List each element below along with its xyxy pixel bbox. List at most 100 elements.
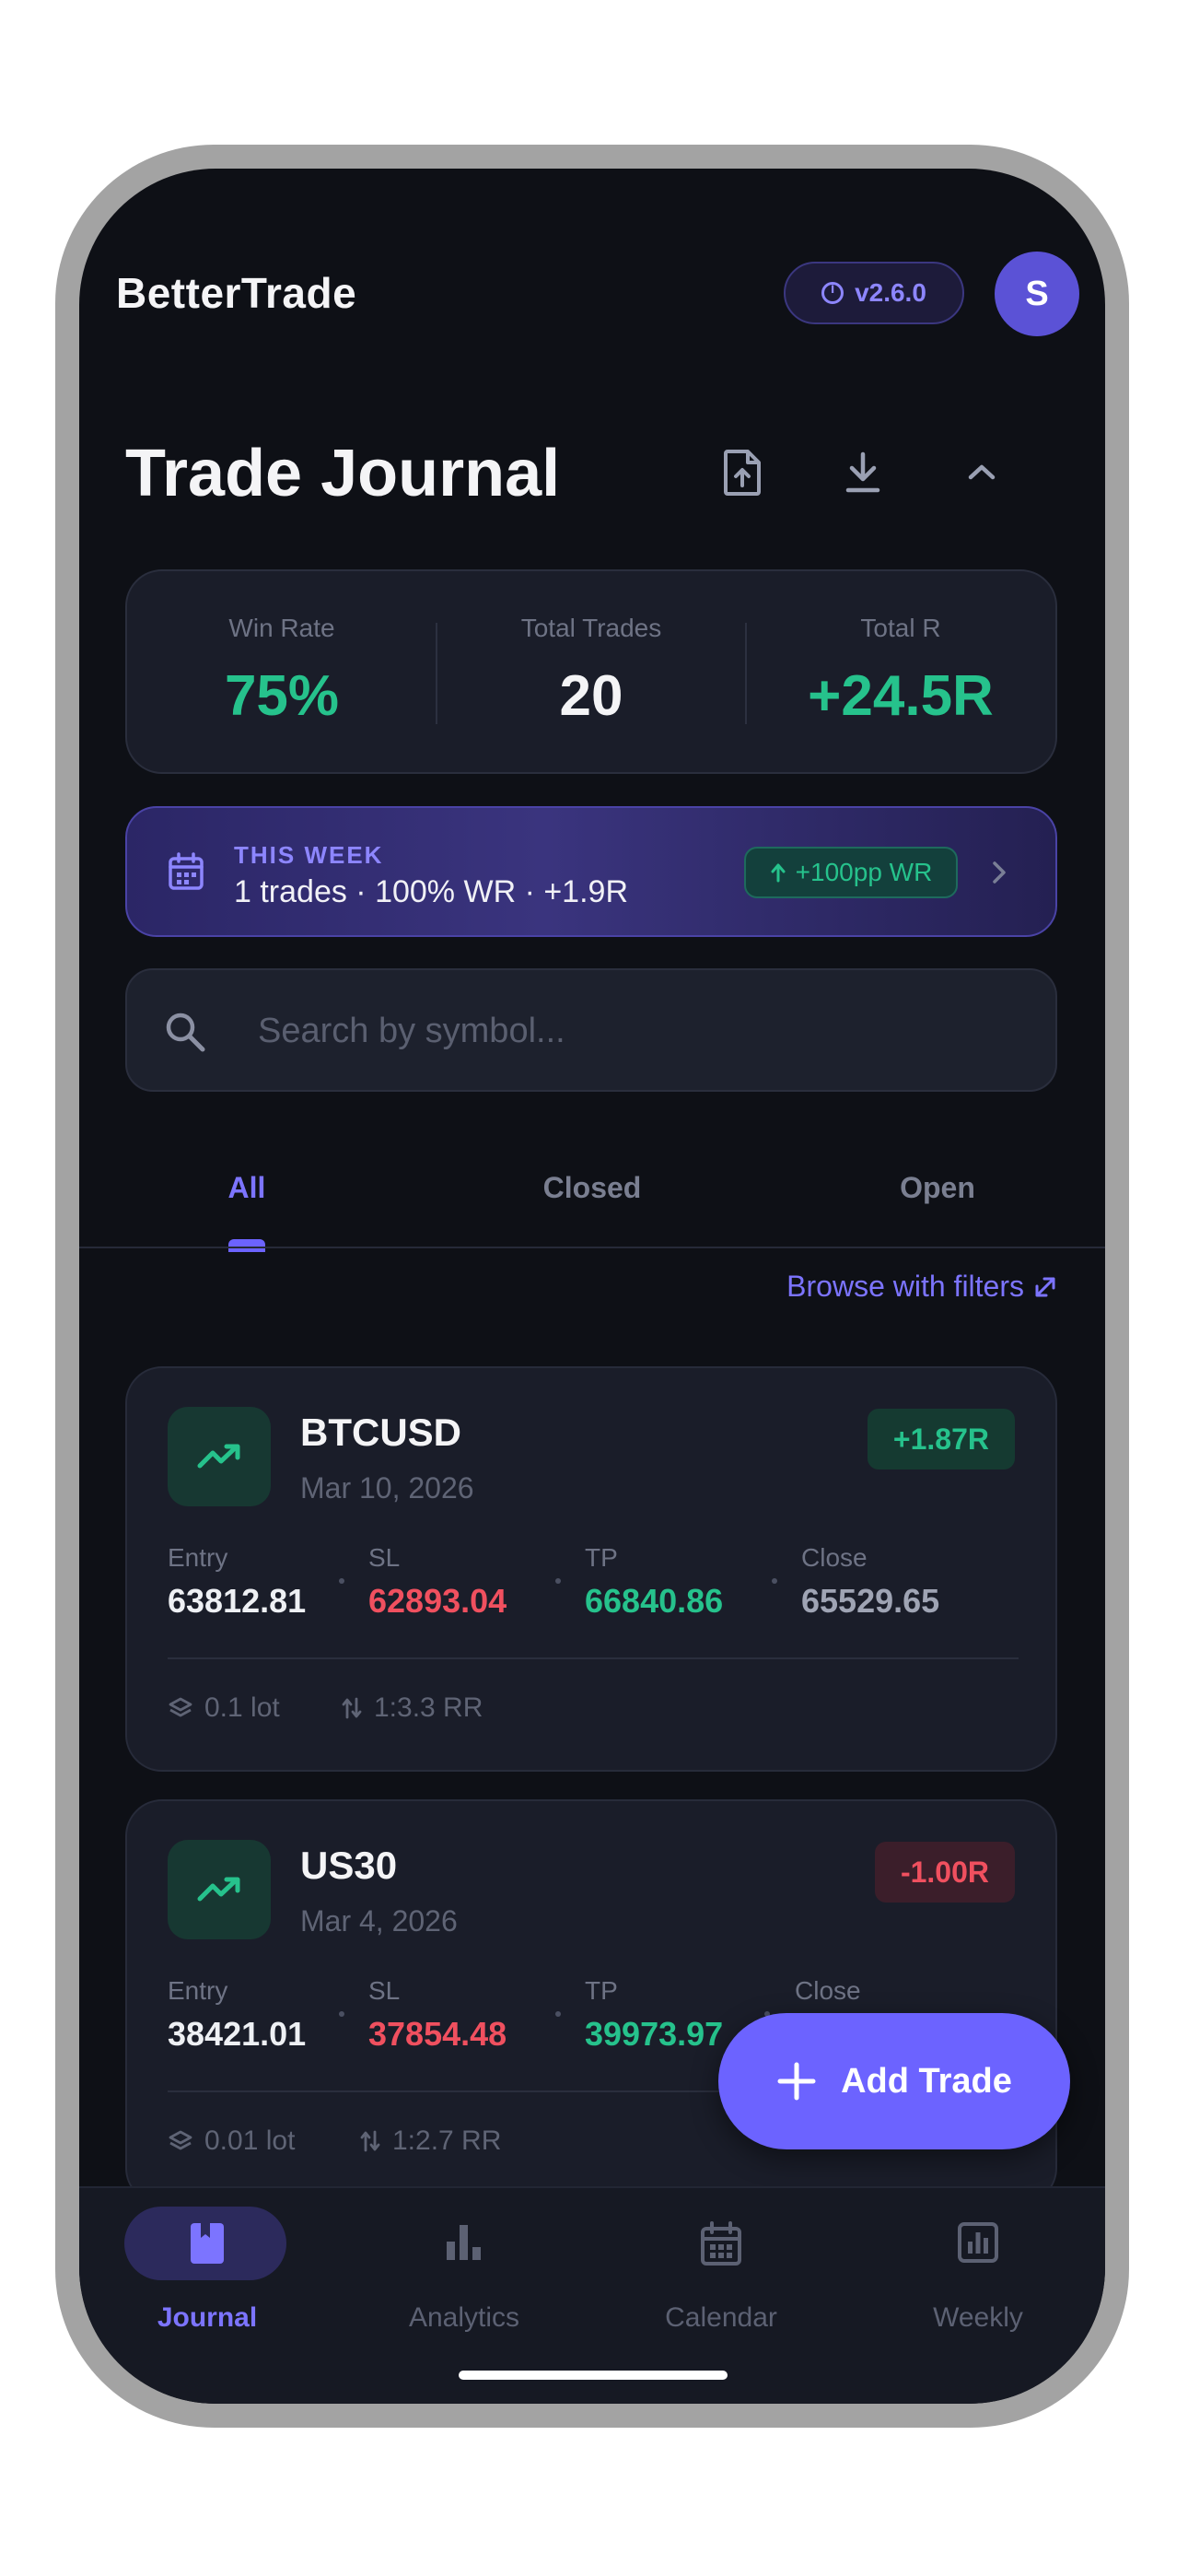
stat-total-trades: Total Trades 20 xyxy=(437,571,746,772)
lot-size: 0.01 lot xyxy=(168,2125,295,2157)
tab-open[interactable]: Open xyxy=(799,1171,1076,1205)
this-week-banner[interactable]: THIS WEEK 1 trades · 100% WR · +1.9R +10… xyxy=(125,806,1057,937)
lot-size: 0.1 lot xyxy=(168,1692,280,1724)
close-label: Close xyxy=(795,1976,861,2005)
trend-icon-box xyxy=(168,1840,271,1939)
separator-dot xyxy=(555,1578,561,1584)
import-button[interactable] xyxy=(713,443,772,502)
separator-dot xyxy=(339,1578,344,1584)
add-trade-button[interactable]: Add Trade xyxy=(718,2013,1070,2149)
week-change-label: +100pp WR xyxy=(795,858,933,886)
info-icon xyxy=(821,281,844,304)
separator-dot xyxy=(555,2011,561,2017)
tab-closed[interactable]: Closed xyxy=(454,1171,730,1205)
lot-label: 0.01 lot xyxy=(204,2125,296,2156)
stat-label: Win Rate xyxy=(228,614,335,642)
stat-label: Total R xyxy=(860,614,941,642)
rr-label: 1:2.7 RR xyxy=(392,2125,502,2156)
separator-dot xyxy=(339,2011,344,2017)
file-upload-icon xyxy=(724,450,761,496)
nav-label: Weekly xyxy=(933,2302,1023,2333)
trade-card[interactable]: BTCUSD Mar 10, 2026 +1.87R Entry 63812.8… xyxy=(125,1366,1057,1772)
close-value: 65529.65 xyxy=(801,1582,940,1620)
swap-vertical-icon xyxy=(342,1697,362,1719)
tp-label: TP xyxy=(585,1543,618,1572)
stat-value: 75% xyxy=(224,664,340,728)
calendar-icon xyxy=(169,852,204,890)
bar-chart-icon xyxy=(447,2225,481,2260)
nav-label: Journal xyxy=(157,2302,258,2333)
trade-symbol: BTCUSD xyxy=(300,1411,461,1454)
version-badge[interactable]: v2.6.0 xyxy=(784,262,964,324)
stat-win-rate: Win Rate 75% xyxy=(127,571,437,772)
search-input[interactable] xyxy=(256,998,1015,1064)
r-multiple-badge: +1.87R xyxy=(867,1409,1015,1469)
stat-value: +24.5R xyxy=(808,664,994,728)
trending-up-icon xyxy=(197,1877,240,1902)
risk-reward: 1:3.3 RR xyxy=(341,1692,483,1724)
tabs-divider xyxy=(79,1247,1105,1248)
nav-journal[interactable]: Journal xyxy=(79,2188,335,2404)
nav-weekly[interactable]: Weekly xyxy=(850,2188,1105,2404)
sl-value: 37854.48 xyxy=(368,2015,507,2053)
chevron-up-icon xyxy=(968,464,996,480)
export-button[interactable] xyxy=(833,443,892,502)
tp-label: TP xyxy=(585,1976,618,2005)
week-eyebrow: THIS WEEK xyxy=(234,841,384,869)
home-indicator xyxy=(459,2371,728,2380)
search-bar[interactable] xyxy=(125,968,1057,1092)
nav-label: Calendar xyxy=(665,2302,777,2333)
plus-icon xyxy=(777,2062,816,2101)
stat-value: 20 xyxy=(559,664,623,728)
entry-value: 63812.81 xyxy=(168,1582,307,1620)
rr-label: 1:3.3 RR xyxy=(374,1692,483,1723)
close-label: Close xyxy=(801,1543,868,1572)
download-icon xyxy=(845,451,880,493)
add-trade-label: Add Trade xyxy=(841,2061,1012,2101)
risk-reward: 1:2.7 RR xyxy=(359,2125,501,2157)
r-multiple-badge: -1.00R xyxy=(874,1842,1015,1903)
page-title: Trade Journal xyxy=(125,437,561,510)
entry-value: 38421.01 xyxy=(168,2015,307,2053)
trade-date: Mar 10, 2026 xyxy=(300,1471,474,1505)
calendar-icon xyxy=(701,2221,741,2266)
separator-dot xyxy=(772,1578,777,1584)
trade-symbol: US30 xyxy=(300,1844,398,1887)
arrow-up-icon xyxy=(771,863,786,883)
entry-label: Entry xyxy=(168,1543,228,1572)
expand-icon xyxy=(1035,1277,1055,1296)
app-screen: BetterTrade v2.6.0 S Trade Journal Win R… xyxy=(79,169,1105,2404)
tab-all[interactable]: All xyxy=(109,1171,385,1205)
lot-label: 0.1 lot xyxy=(204,1692,280,1723)
stats-card: Win Rate 75% Total Trades 20 Total R +24… xyxy=(125,569,1057,774)
swap-vertical-icon xyxy=(360,2130,380,2152)
tp-value: 66840.86 xyxy=(585,1582,724,1620)
layers-icon xyxy=(169,2130,192,2150)
trend-icon-box xyxy=(168,1407,271,1506)
layers-icon xyxy=(169,1697,192,1717)
tab-active-indicator xyxy=(228,1239,265,1252)
tp-value: 39973.97 xyxy=(585,2015,724,2053)
version-label: v2.6.0 xyxy=(855,278,926,307)
app-brand: BetterTrade xyxy=(116,269,357,317)
book-icon xyxy=(191,2223,224,2264)
card-divider xyxy=(168,1657,1019,1659)
week-change-badge: +100pp WR xyxy=(744,847,958,898)
report-chart-icon xyxy=(958,2222,998,2263)
entry-label: Entry xyxy=(168,1976,228,2005)
chevron-right-icon xyxy=(993,861,1006,884)
avatar[interactable]: S xyxy=(995,252,1079,336)
week-summary: 1 trades · 100% WR · +1.9R xyxy=(234,874,629,909)
browse-filters-link[interactable]: Browse with filters xyxy=(786,1270,1057,1304)
collapse-button[interactable] xyxy=(952,443,1011,502)
stat-total-r: Total R +24.5R xyxy=(746,571,1055,772)
sl-value: 62893.04 xyxy=(368,1582,507,1620)
nav-label: Analytics xyxy=(408,2302,520,2333)
sl-label: SL xyxy=(368,1976,401,2005)
browse-filters-label: Browse with filters xyxy=(786,1270,1024,1303)
trending-up-icon xyxy=(197,1444,240,1469)
sl-label: SL xyxy=(368,1543,401,1572)
stat-label: Total Trades xyxy=(520,614,662,642)
search-icon xyxy=(166,1013,205,1052)
trade-date: Mar 4, 2026 xyxy=(300,1904,458,1938)
